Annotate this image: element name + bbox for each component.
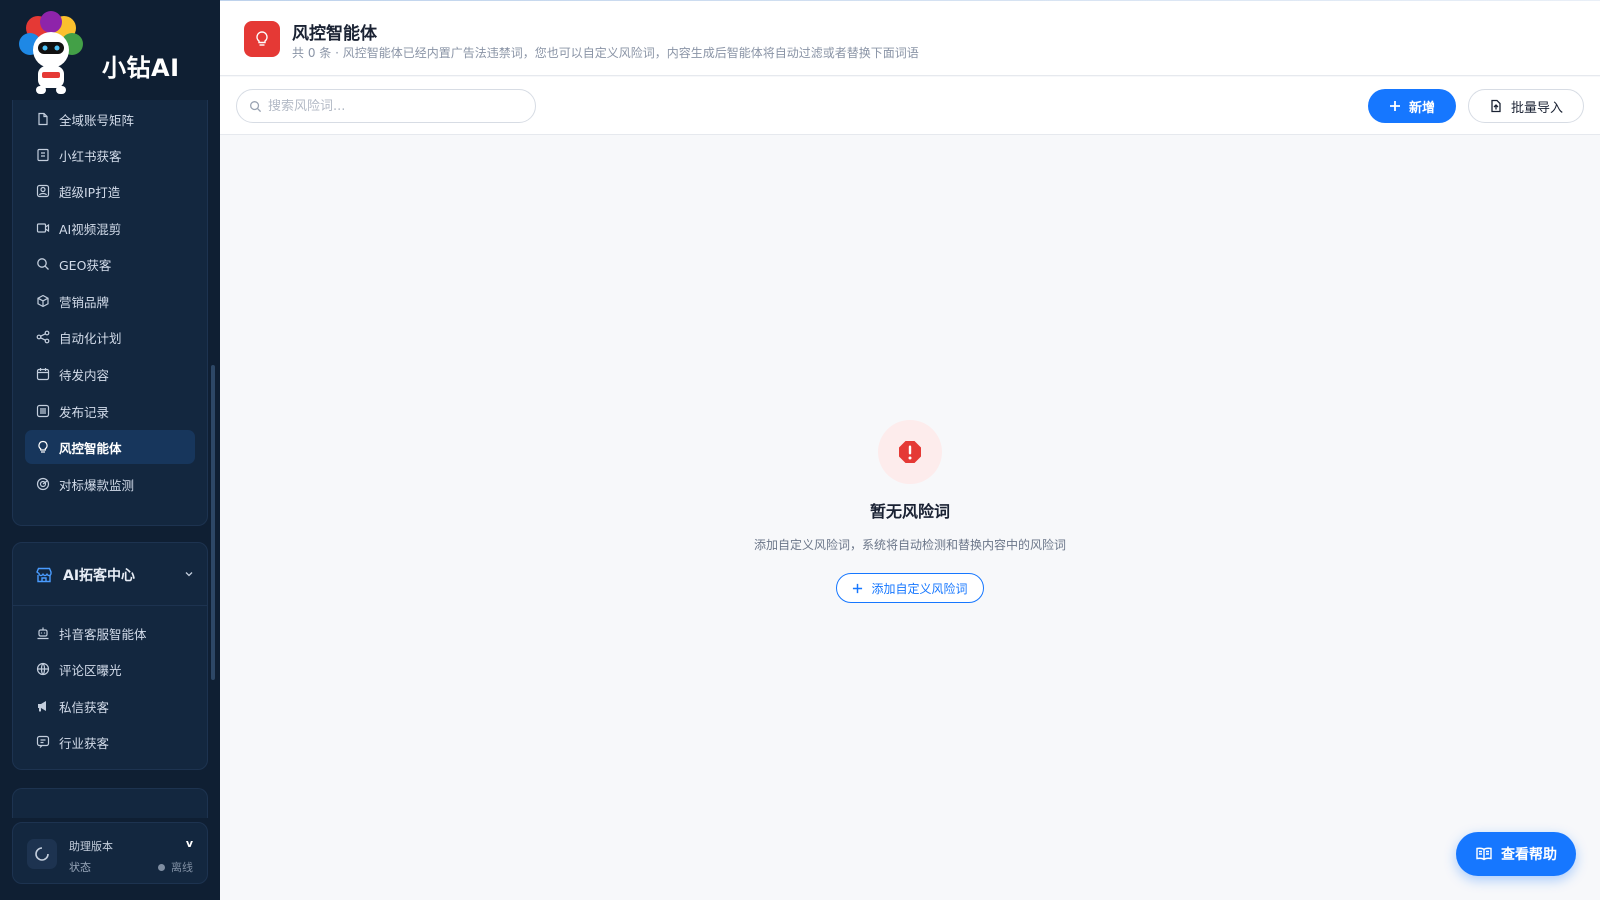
sidebar-item-label: 全域账号矩阵 (59, 112, 135, 128)
sidebar-item-label: 行业获客 (59, 735, 110, 751)
main-content: 风控智能体 共 0 条 · 风控智能体已经内置广告法违禁词，您也可以自定义风险词… (220, 0, 1600, 900)
plus-icon (1389, 101, 1400, 111)
robot-icon (36, 626, 50, 640)
file-icon (36, 112, 50, 126)
sidebar-item-risk-agent[interactable]: 风控智能体 (25, 430, 195, 464)
mascot-logo-icon (19, 11, 83, 94)
page-title: 风控智能体 (292, 24, 377, 44)
sidebar-item-label: 待发内容 (59, 367, 110, 383)
video-icon (36, 221, 50, 235)
help-label: 查看帮助 (1501, 847, 1557, 863)
divider (13, 605, 207, 606)
add-button-label: 新增 (1408, 100, 1435, 116)
app-name: 小钻AI (102, 54, 180, 82)
help-button[interactable]: 查看帮助 (1456, 832, 1576, 876)
nav-group-collapsed (12, 788, 208, 818)
sidebar-item-account-matrix[interactable]: 全域账号矩阵 (25, 102, 195, 136)
assistant-status-card: 助理版本 v 状态 离线 (12, 822, 208, 884)
search-box[interactable] (236, 89, 536, 123)
store-icon (36, 567, 52, 583)
group-header-ai-leads[interactable]: AI拓客中心 (35, 563, 195, 587)
sidebar-item-industry-leads[interactable]: 行业获客 (25, 725, 195, 759)
sidebar-item-pending[interactable]: 待发内容 (25, 357, 195, 391)
file-upload-icon (1491, 99, 1501, 113)
sidebar-item-label: AI视频混剪 (59, 221, 122, 237)
sidebar-item-label: 对标爆款监测 (59, 477, 135, 493)
sidebar-item-label: 抖音客服智能体 (59, 626, 147, 642)
batch-import-button[interactable]: 批量导入 (1468, 89, 1584, 123)
sidebar-item-label: 发布记录 (59, 404, 110, 420)
batch-import-label: 批量导入 (1510, 100, 1563, 116)
share-icon (36, 330, 50, 344)
sidebar-item-comment-exposure[interactable]: 评论区曝光 (25, 652, 195, 686)
sidebar-item-label: 自动化计划 (59, 330, 122, 346)
add-button[interactable]: 新增 (1368, 89, 1456, 123)
sidebar-item-ai-video[interactable]: AI视频混剪 (25, 211, 195, 245)
version-label: 助理版本 (69, 840, 113, 853)
sidebar-item-marketing-brand[interactable]: 营销品牌 (25, 284, 195, 318)
sidebar-item-super-ip[interactable]: 超级IP打造 (25, 174, 195, 208)
page-header: 风控智能体 共 0 条 · 风控智能体已经内置广告法违禁词，您也可以自定义风险词… (220, 1, 1600, 76)
book-open-icon (1476, 847, 1492, 861)
chevron-down-icon (185, 572, 193, 577)
sidebar-item-xiaohongshu[interactable]: 小红书获客 (25, 138, 195, 172)
toolbar: 新增 批量导入 (220, 77, 1600, 135)
state-value: 离线 (171, 861, 193, 874)
lightbulb-icon (36, 440, 50, 454)
plus-icon (853, 583, 863, 593)
list-icon (36, 404, 50, 418)
megaphone-icon (36, 699, 50, 713)
sidebar-item-label: GEO获客 (59, 257, 112, 273)
warning-icon (878, 420, 942, 484)
search-input[interactable] (268, 98, 518, 114)
user-badge-icon (36, 184, 50, 198)
sidebar-item-label: 风控智能体 (59, 440, 122, 456)
status-badge: 离线 (158, 859, 193, 875)
status-dot (158, 863, 165, 871)
empty-state: 暂无风险词 添加自定义风险词，系统将自动检测和替换内容中的风险词 添加自定义风险… (220, 420, 1600, 603)
sidebar-item-publish-log[interactable]: 发布记录 (25, 394, 195, 428)
sidebar-item-label: 小红书获客 (59, 148, 122, 164)
sidebar-item-label: 评论区曝光 (59, 662, 122, 678)
sidebar-item-label: 私信获客 (59, 699, 110, 715)
sidebar-item-geo[interactable]: GEO获客 (25, 247, 195, 281)
calendar-icon (36, 367, 50, 381)
page-subtitle: 共 0 条 · 风控智能体已经内置广告法违禁词，您也可以自定义风险词，内容生成后… (292, 46, 919, 60)
search-icon (36, 257, 50, 271)
loading-spinner-icon (27, 839, 57, 869)
sidebar-item-benchmark[interactable]: 对标爆款监测 (25, 467, 195, 501)
sidebar-item-label: 营销品牌 (59, 294, 110, 310)
search-icon (250, 100, 262, 112)
add-custom-risk-word-button[interactable]: 添加自定义风险词 (836, 573, 984, 603)
radar-icon (36, 477, 50, 491)
empty-title: 暂无风险词 (869, 502, 950, 521)
book-icon (36, 148, 50, 162)
nav-group-main: 全域账号矩阵 小红书获客 超级IP打造 AI视频混剪 GEO获客 营销品牌 自动… (12, 100, 208, 526)
add-custom-label: 添加自定义风险词 (871, 581, 968, 596)
sidebar: 小钻AI 全域账号矩阵 小红书获客 超级IP打造 AI视频混剪 GEO获客 营销… (0, 0, 220, 900)
nav-group-ai-leads: AI拓客中心 抖音客服智能体 评论区曝光 私信获客 行业获客 (12, 542, 208, 770)
message-icon (36, 735, 50, 749)
lightbulb-icon (244, 21, 280, 57)
globe-icon (36, 662, 50, 676)
app-logo[interactable]: 小钻AI (16, 10, 216, 100)
sidebar-item-douyin-agent[interactable]: 抖音客服智能体 (25, 616, 195, 650)
sidebar-item-automation[interactable]: 自动化计划 (25, 320, 195, 354)
state-label: 状态 (69, 861, 91, 874)
version-value: v (185, 837, 193, 850)
sidebar-scrollbar[interactable] (211, 365, 215, 680)
cube-icon (36, 294, 50, 308)
sidebar-item-label: 超级IP打造 (59, 184, 121, 200)
sidebar-item-dm-leads[interactable]: 私信获客 (25, 689, 195, 723)
empty-description: 添加自定义风险词，系统将自动检测和替换内容中的风险词 (753, 538, 1066, 552)
group-title: AI拓客中心 (63, 568, 136, 584)
